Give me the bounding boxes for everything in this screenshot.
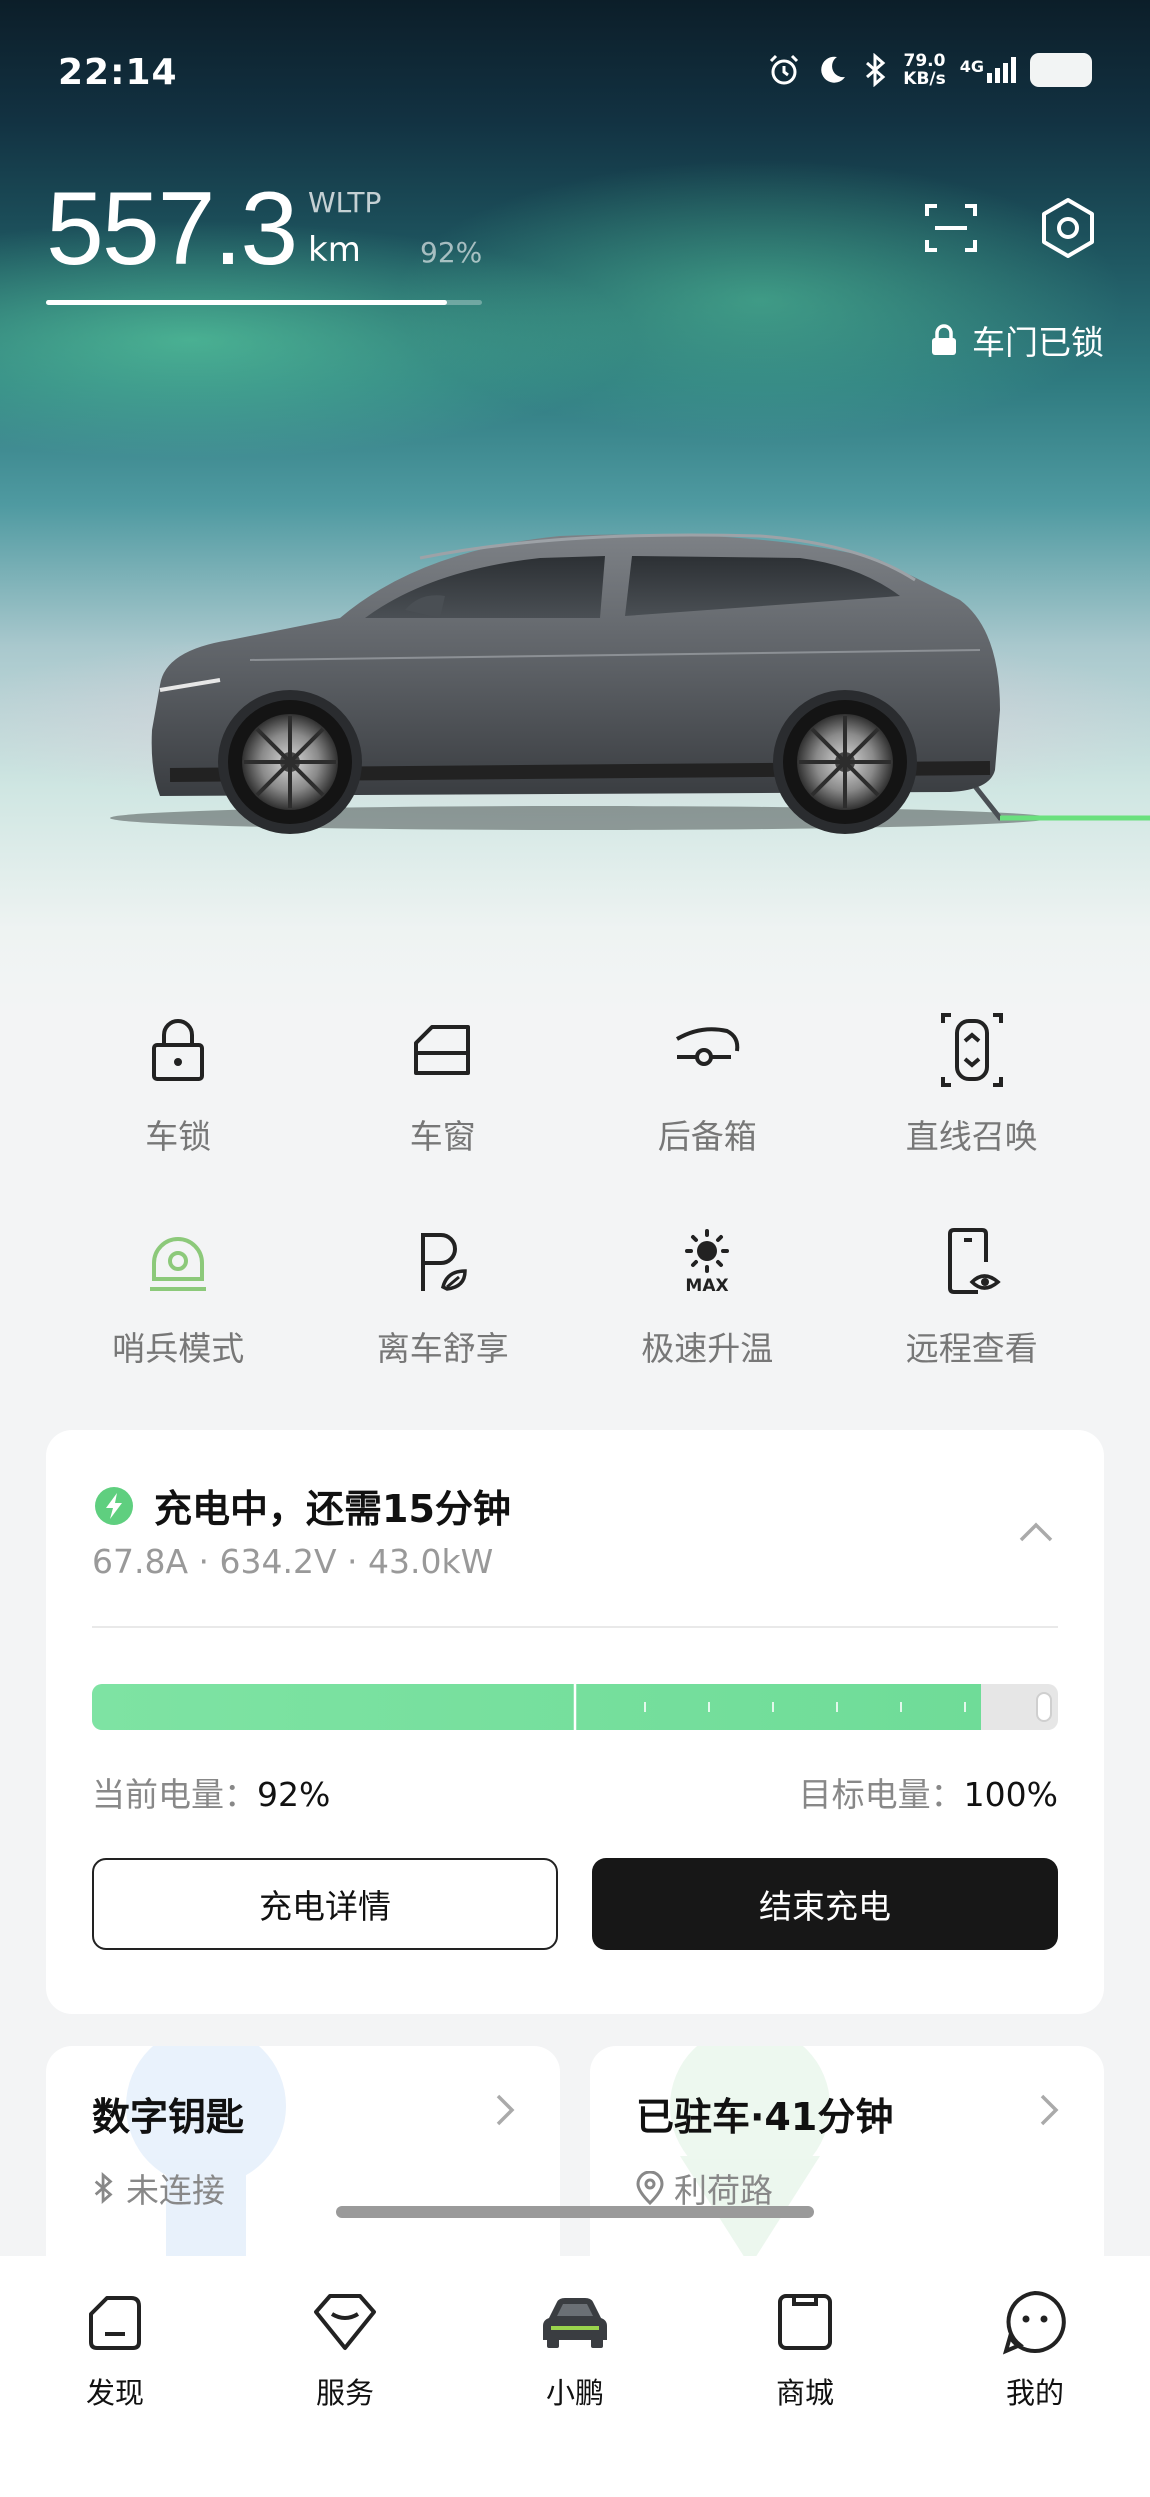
sentry-icon bbox=[138, 1222, 218, 1302]
digital-key-status: 未连接 bbox=[92, 2164, 225, 2212]
charging-title: 充电中，还需15分钟 bbox=[154, 1487, 511, 1531]
remote-view-icon bbox=[932, 1222, 1012, 1302]
chevron-right-icon bbox=[496, 2094, 515, 2126]
settings-hex-icon bbox=[1042, 198, 1094, 258]
nav-discover[interactable]: 发现 bbox=[45, 2286, 185, 2412]
trunk-icon bbox=[667, 1010, 747, 1090]
status-time: 22:14 bbox=[58, 52, 178, 93]
charging-detail-button[interactable]: 充电详情 bbox=[92, 1858, 558, 1950]
discover-icon bbox=[79, 2286, 151, 2358]
range-unit: km bbox=[308, 230, 361, 270]
lock-icon bbox=[932, 324, 956, 355]
charging-metrics: 67.8A · 634.2V · 43.0kW bbox=[92, 1542, 494, 1581]
chevron-up-icon bbox=[1019, 1522, 1053, 1542]
digital-key-card[interactable]: 数字钥匙 未连接 bbox=[46, 2046, 560, 2266]
hero-section: 22:14 79.0 KB/s 4G 557.3 WLTP km 92% 车门已… bbox=[0, 0, 1150, 1010]
settings-button[interactable] bbox=[1032, 192, 1104, 264]
stop-charging-button[interactable]: 结束充电 bbox=[592, 1858, 1058, 1950]
scan-icon bbox=[925, 204, 977, 252]
control-max-heat[interactable]: MAX 极速升温 bbox=[575, 1222, 840, 1370]
battery-percent: 92% bbox=[420, 236, 483, 269]
charging-header: 充电中，还需15分钟 bbox=[94, 1478, 511, 1533]
parking-card[interactable]: 已驻车·41分钟 利荷路 bbox=[590, 2046, 1104, 2266]
key-watermark-icon bbox=[126, 2046, 286, 2266]
max-heat-icon: MAX bbox=[667, 1222, 747, 1302]
home-indicator[interactable] bbox=[336, 2206, 814, 2218]
nav-mall[interactable]: 商城 bbox=[735, 2286, 875, 2412]
collapse-button[interactable] bbox=[1008, 1504, 1064, 1560]
mall-icon bbox=[769, 2286, 841, 2358]
parking-title: 已驻车·41分钟 bbox=[636, 2095, 894, 2139]
control-window[interactable]: 车窗 bbox=[311, 1010, 576, 1158]
parking-watermark-icon bbox=[670, 2046, 830, 2266]
chevron-right-icon bbox=[1040, 2094, 1059, 2126]
svg-text:MAX: MAX bbox=[686, 1276, 729, 1296]
net-speed: 79.0 KB/s bbox=[903, 51, 946, 89]
current-soc: 当前电量：92% bbox=[92, 1775, 331, 1814]
control-summon[interactable]: 直线召唤 bbox=[840, 1010, 1105, 1158]
digital-key-title: 数字钥匙 bbox=[92, 2095, 245, 2139]
target-slider-handle[interactable] bbox=[1036, 1692, 1052, 1722]
control-sentry-mode[interactable]: 哨兵模式 bbox=[46, 1222, 311, 1370]
location-pin-icon bbox=[636, 2171, 664, 2205]
nav-xpeng[interactable]: 小鹏 bbox=[505, 2286, 645, 2412]
alarm-icon bbox=[770, 54, 799, 85]
range-progress-fill bbox=[46, 300, 448, 305]
control-trunk[interactable]: 后备箱 bbox=[575, 1010, 840, 1158]
lock-icon bbox=[138, 1010, 218, 1090]
range-value: 557.3 bbox=[46, 171, 298, 287]
target-soc: 目标电量：100% bbox=[798, 1775, 1058, 1814]
profile-icon bbox=[999, 2286, 1071, 2358]
signal-icon: 4G bbox=[960, 57, 1016, 83]
bluetooth-icon bbox=[866, 53, 886, 87]
parking-location: 利荷路 bbox=[636, 2164, 773, 2212]
window-icon bbox=[403, 1010, 483, 1090]
scan-button[interactable] bbox=[915, 192, 987, 264]
bottom-navigation: 发现 服务 小鹏 商城 我的 bbox=[0, 2256, 1150, 2497]
divider bbox=[92, 1626, 1058, 1628]
control-remote-view[interactable]: 远程查看 bbox=[840, 1222, 1105, 1370]
door-lock-status: 车门已锁 bbox=[930, 316, 1104, 364]
status-bar: 22:14 79.0 KB/s 4G bbox=[0, 0, 1150, 150]
nav-service[interactable]: 服务 bbox=[275, 2286, 415, 2412]
charge-level-slider[interactable] bbox=[92, 1684, 1058, 1730]
control-lock[interactable]: 车锁 bbox=[46, 1010, 311, 1158]
summon-icon bbox=[932, 1010, 1012, 1090]
door-lock-text: 车门已锁 bbox=[972, 323, 1104, 362]
battery-icon bbox=[1030, 53, 1092, 87]
charging-card: 充电中，还需15分钟 67.8A · 634.2V · 43.0kW 当前电量：… bbox=[46, 1430, 1104, 2014]
charge-ticks bbox=[573, 1684, 966, 1730]
moon-icon bbox=[821, 56, 846, 83]
range-standard: WLTP bbox=[308, 186, 382, 219]
nav-profile[interactable]: 我的 bbox=[965, 2286, 1105, 2412]
control-parking-comfort[interactable]: 离车舒享 bbox=[311, 1222, 576, 1370]
range-progress-bar bbox=[46, 300, 482, 305]
status-icons: 79.0 KB/s 4G bbox=[767, 52, 1092, 88]
charging-bolt-icon bbox=[95, 1486, 133, 1525]
car-icon bbox=[539, 2286, 611, 2358]
car-image bbox=[110, 533, 1150, 834]
service-icon bbox=[309, 2286, 381, 2358]
parking-comfort-icon bbox=[403, 1222, 483, 1302]
bluetooth-icon bbox=[94, 2172, 113, 2204]
